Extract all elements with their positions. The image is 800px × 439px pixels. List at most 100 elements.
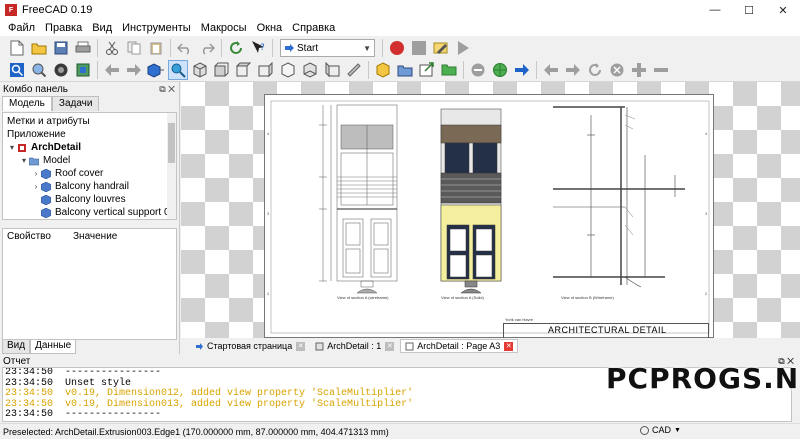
tree-view: Метки и атрибуты Приложение ▾ ArchDetail ▾… [2, 112, 177, 220]
tab-archdetail-3d[interactable]: ArchDetail : 1 ✕ [311, 339, 398, 353]
forward-arrow-icon[interactable] [124, 60, 144, 80]
window-title: FreeCAD 0.19 [22, 4, 93, 16]
tab-archdetail-page[interactable]: ArchDetail : Page A3 ✕ [400, 339, 519, 353]
execute-macro-icon[interactable] [453, 38, 473, 58]
save-icon[interactable] [51, 38, 71, 58]
tree-scrollbar[interactable] [167, 113, 176, 219]
start-workbench-icon [285, 44, 294, 52]
menu-tools[interactable]: Инструменты [118, 22, 197, 34]
redo-icon[interactable] [197, 38, 217, 58]
document-tabs: Стартовая страница ✕ ArchDetail : 1 ✕ Ar… [181, 338, 800, 354]
log-time: 23:34:50 [5, 377, 54, 389]
navigation-style-selector[interactable]: CAD ▼ [640, 425, 681, 435]
menu-macros[interactable]: Макросы [197, 22, 253, 34]
paste-icon[interactable] [146, 38, 166, 58]
expand-arrow-icon[interactable]: › [31, 169, 41, 178]
combo-panel: Комбо панель ⧉ ✕ Модель Задачи Метки и а… [0, 82, 180, 354]
menu-view[interactable]: Вид [88, 22, 118, 34]
zoom-out-icon[interactable] [651, 60, 671, 80]
create-group-icon[interactable] [395, 60, 415, 80]
menu-windows[interactable]: Окна [253, 22, 289, 34]
tab-start-page[interactable]: Стартовая страница ✕ [191, 339, 309, 353]
isometric-view-icon[interactable] [190, 60, 210, 80]
svg-text:3: 3 [267, 211, 270, 216]
workbench-label: Start [297, 42, 319, 54]
print-icon[interactable] [73, 38, 93, 58]
log-time: 23:34:50 [5, 398, 54, 410]
tab-archdetail-3d-label: ArchDetail : 1 [327, 341, 382, 351]
panel-float-close-icons[interactable]: ⧉ ✕ [159, 84, 179, 95]
zoom-in-icon[interactable] [629, 60, 649, 80]
draw-style-icon[interactable] [51, 60, 71, 80]
techdraw-canvas[interactable]: 4 3 2 4 3 2 View of section A (wireframe) Vi… [181, 82, 800, 338]
bounding-box-icon[interactable] [73, 60, 93, 80]
labels-section: Метки и атрибуты [7, 116, 90, 127]
log-line: 23:34:50 ---------------- [5, 409, 791, 421]
maximize-button[interactable]: ☐ [732, 0, 766, 20]
back-arrow-icon[interactable] [102, 60, 122, 80]
expand-arrow-icon[interactable]: › [31, 182, 41, 191]
measure-icon[interactable] [344, 60, 364, 80]
tree-item[interactable]: ▾ ArchDetail [3, 141, 176, 154]
refresh-icon[interactable] [226, 38, 246, 58]
open-folder-icon[interactable] [29, 38, 49, 58]
tree-item[interactable]: Balcony vertical support 02 [3, 206, 176, 219]
link-dropdown-icon[interactable] [439, 60, 459, 80]
tree-item-label: Balcony handrail [55, 181, 129, 192]
tree-item[interactable]: Balcony louvres [3, 193, 176, 206]
title-block: ARCHITECTURAL DETAIL [503, 323, 709, 338]
stop-macro-icon[interactable] [409, 38, 429, 58]
record-macro-icon[interactable] [387, 38, 407, 58]
front-view-icon[interactable] [212, 60, 232, 80]
close-tab-icon[interactable]: ✕ [296, 341, 306, 351]
expand-arrow-icon[interactable]: ▾ [19, 156, 29, 165]
macro-edit-icon[interactable] [431, 38, 451, 58]
right-view-icon[interactable] [256, 60, 276, 80]
zoom-box-icon[interactable] [168, 59, 188, 80]
stop-load-icon[interactable] [607, 60, 627, 80]
expand-arrow-icon[interactable]: ▾ [7, 143, 17, 152]
go-arrow-icon[interactable] [512, 60, 532, 80]
nav-back-icon[interactable] [541, 60, 561, 80]
menu-file[interactable]: Файл [4, 22, 41, 34]
fit-all-icon[interactable] [7, 60, 27, 80]
tree-item[interactable]: ▾ Model [3, 154, 176, 167]
new-document-icon[interactable] [7, 38, 27, 58]
web-icon[interactable] [490, 60, 510, 80]
tab-view[interactable]: Вид [2, 340, 31, 354]
tab-data[interactable]: Данные [30, 340, 77, 354]
undo-icon[interactable] [175, 38, 195, 58]
whats-this-icon[interactable]: ? [248, 38, 268, 58]
top-view-icon[interactable] [234, 60, 254, 80]
nav-forward-icon[interactable] [563, 60, 583, 80]
cut-icon[interactable] [102, 38, 122, 58]
left-view-icon[interactable] [322, 60, 342, 80]
fit-selection-icon[interactable] [29, 60, 49, 80]
view-label-a-solid: View of section A (Solid) [441, 295, 484, 300]
copy-icon[interactable] [124, 38, 144, 58]
close-tab-icon[interactable]: ✕ [385, 341, 395, 351]
log-message: v0.19, Dimension012, added view property… [65, 388, 414, 399]
sync-view-icon[interactable] [146, 60, 166, 80]
close-tab-icon[interactable]: ✕ [504, 341, 514, 351]
link-icon[interactable] [417, 60, 437, 80]
menu-help[interactable]: Справка [288, 22, 341, 34]
reload-icon[interactable] [585, 60, 605, 80]
rear-view-icon[interactable] [278, 60, 298, 80]
menu-edit[interactable]: Правка [41, 22, 88, 34]
tree-item[interactable]: › Roof cover [3, 167, 176, 180]
tree-item[interactable]: › Balcony handrail [3, 180, 176, 193]
close-button[interactable]: ✕ [766, 0, 800, 20]
view-label-a-wire: View of section A (wireframe) [337, 295, 389, 300]
svg-text:4: 4 [705, 131, 708, 136]
bottom-view-icon[interactable] [300, 60, 320, 80]
unlink-icon[interactable] [468, 60, 488, 80]
svg-text:3: 3 [705, 211, 708, 216]
arch-structure-icon [41, 207, 51, 218]
tab-model[interactable]: Модель [2, 96, 52, 111]
minimize-button[interactable]: — [698, 0, 732, 20]
tree-horizontal-scrollbar[interactable] [2, 220, 177, 228]
tab-tasks[interactable]: Задачи [51, 96, 100, 111]
workbench-selector[interactable]: Start ▼ [280, 39, 375, 57]
create-part-icon[interactable] [373, 60, 393, 80]
